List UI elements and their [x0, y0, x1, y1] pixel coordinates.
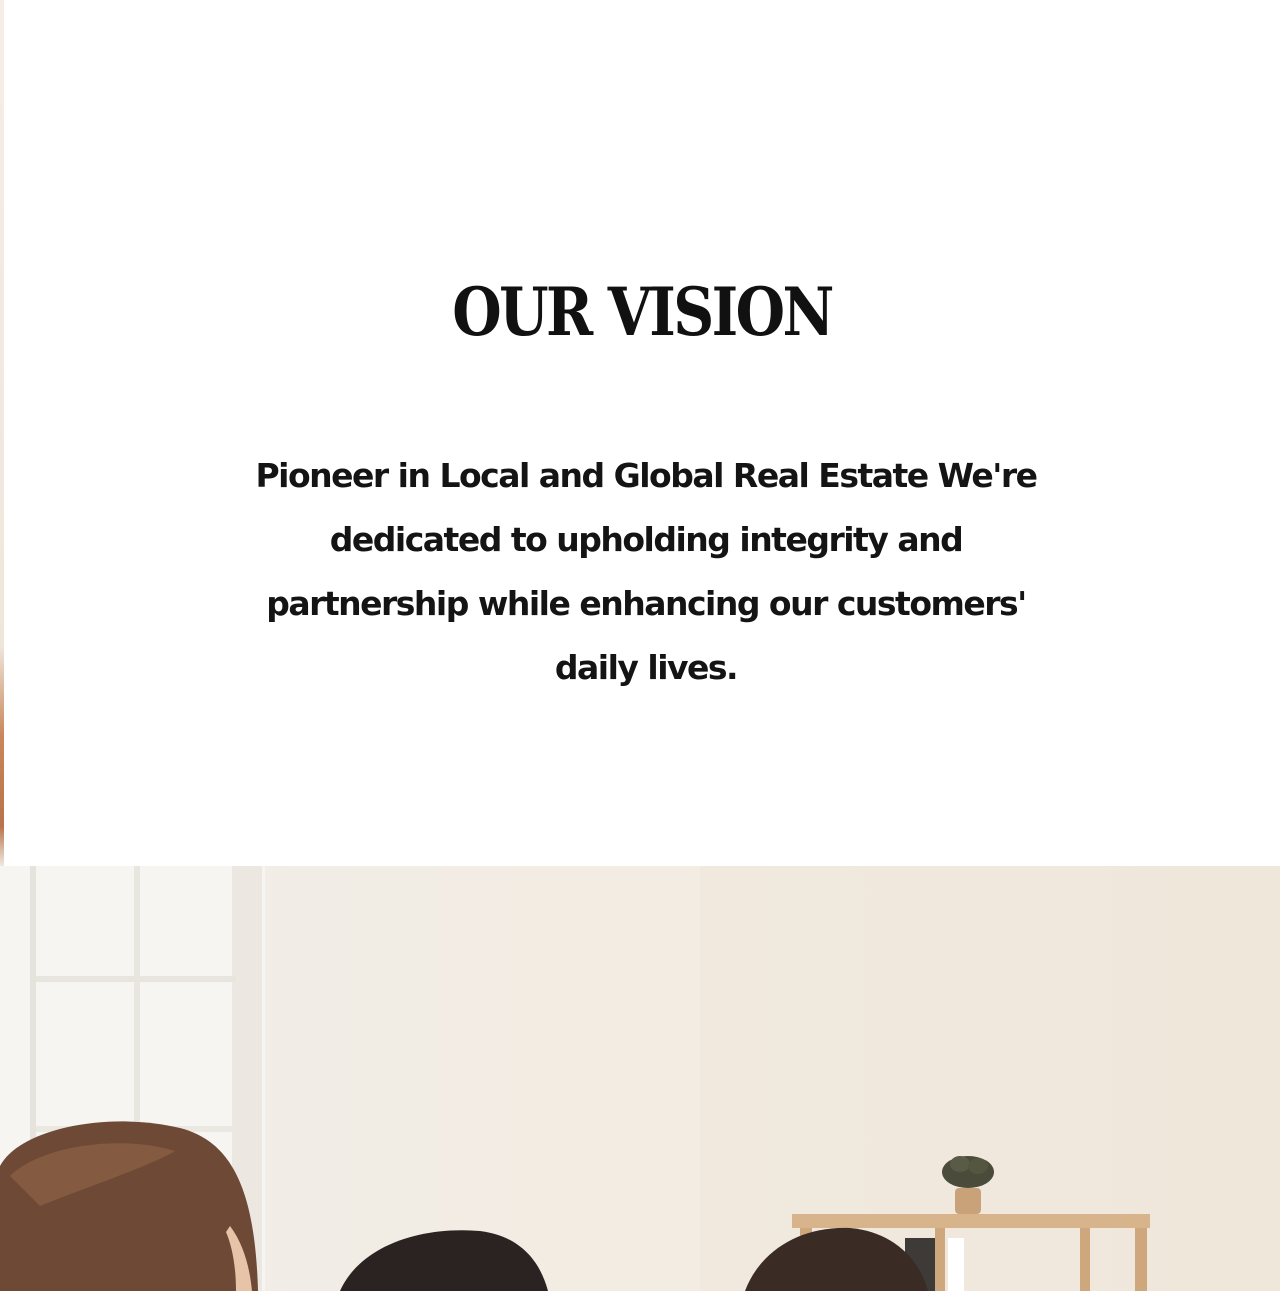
vision-section: OUR VISION Pioneer in Local and Global R…: [4, 0, 1280, 866]
vision-description: Pioneer in Local and Global Real Estate …: [255, 456, 1038, 687]
team-photo-illustration: [0, 866, 1280, 1291]
vision-heading: OUR VISION: [452, 273, 834, 351]
team-photo: [0, 866, 1280, 1291]
